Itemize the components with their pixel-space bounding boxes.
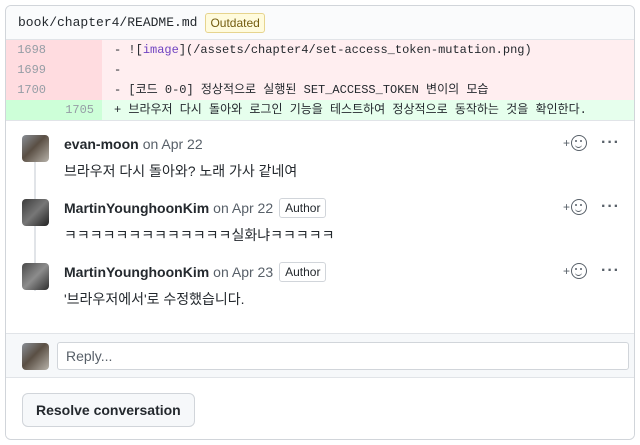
smiley-icon bbox=[571, 135, 588, 151]
comment-body: 브라우저 다시 돌아와? 노래 가사 같네여 bbox=[64, 163, 298, 179]
old-line-number: 1698 bbox=[6, 40, 54, 60]
diff-code: - bbox=[102, 60, 634, 80]
old-line-number bbox=[6, 100, 54, 120]
comment: evan-moon on Apr 22 브라우저 다시 돌아와? 노래 가사 같… bbox=[6, 129, 634, 193]
add-reaction-button[interactable]: + bbox=[563, 199, 588, 215]
comment-author[interactable]: MartinYounghoonKim bbox=[64, 200, 209, 216]
file-path-link[interactable]: book/chapter4/README.md bbox=[18, 15, 197, 30]
comment-date[interactable]: on Apr 22 bbox=[213, 200, 273, 216]
plus-icon: + bbox=[563, 200, 571, 214]
comment-actions: + ··· bbox=[563, 263, 620, 279]
comment-header: MartinYounghoonKim on Apr 23 Author bbox=[64, 257, 634, 282]
kebab-icon[interactable]: ··· bbox=[601, 135, 620, 151]
comment-date[interactable]: on Apr 23 bbox=[213, 264, 273, 280]
file-header: book/chapter4/README.md Outdated bbox=[6, 6, 634, 40]
avatar[interactable] bbox=[22, 135, 49, 162]
comment: MartinYounghoonKim on Apr 23 Author '브라우… bbox=[6, 257, 634, 321]
comment-body: '브라우저에서'로 수정했습니다. bbox=[64, 291, 245, 307]
add-reaction-button[interactable]: + bbox=[563, 135, 588, 151]
diff-hunk: 1698 - ![image](/assets/chapter4/set-acc… bbox=[6, 40, 634, 120]
reply-input[interactable] bbox=[57, 342, 629, 370]
comment-thread: evan-moon on Apr 22 브라우저 다시 돌아와? 노래 가사 같… bbox=[6, 120, 634, 330]
kebab-icon[interactable]: ··· bbox=[601, 199, 620, 215]
outdated-badge: Outdated bbox=[205, 12, 265, 33]
new-line-number bbox=[54, 40, 102, 60]
diff-row: 1699 - bbox=[6, 60, 634, 80]
old-line-number: 1699 bbox=[6, 60, 54, 80]
comment-actions: + ··· bbox=[563, 135, 620, 151]
diff-code: + 브라우저 다시 돌아와 로그인 기능을 테스트하여 정상적으로 동작하는 것… bbox=[102, 100, 634, 120]
add-reaction-button[interactable]: + bbox=[563, 263, 588, 279]
author-badge: Author bbox=[279, 198, 327, 218]
diff-code: - ![image](/assets/chapter4/set-access_t… bbox=[102, 40, 634, 60]
plus-icon: + bbox=[563, 136, 571, 150]
new-line-number: 1705 bbox=[54, 100, 102, 120]
plus-icon: + bbox=[563, 264, 571, 278]
comment-header: evan-moon on Apr 22 bbox=[64, 129, 634, 153]
new-line-number bbox=[54, 60, 102, 80]
resolve-conversation-button[interactable]: Resolve conversation bbox=[22, 393, 195, 427]
kebab-icon[interactable]: ··· bbox=[601, 263, 620, 279]
old-line-number: 1700 bbox=[6, 80, 54, 100]
diff-row: 1698 - ![image](/assets/chapter4/set-acc… bbox=[6, 40, 634, 60]
diff-row: 1705 + 브라우저 다시 돌아와 로그인 기능을 테스트하여 정상적으로 동… bbox=[6, 100, 634, 120]
comment-date[interactable]: on Apr 22 bbox=[143, 136, 203, 152]
smiley-icon bbox=[571, 263, 588, 279]
comment-body: ㅋㅋㅋㅋㅋㅋㅋㅋㅋㅋㅋㅋㅋ실화냐ㅋㅋㅋㅋㅋ bbox=[64, 227, 335, 243]
new-line-number bbox=[54, 80, 102, 100]
comment: MartinYounghoonKim on Apr 22 Author ㅋㅋㅋㅋ… bbox=[6, 193, 634, 257]
smiley-icon bbox=[571, 199, 588, 215]
comment-header: MartinYounghoonKim on Apr 22 Author bbox=[64, 193, 634, 218]
image-alt-token: image bbox=[142, 43, 179, 57]
comment-actions: + ··· bbox=[563, 199, 620, 215]
comment-author[interactable]: evan-moon bbox=[64, 136, 139, 152]
diff-row: 1700 - [코드 0-0] 정상적으로 실행된 SET_ACCESS_TOK… bbox=[6, 80, 634, 100]
avatar[interactable] bbox=[22, 199, 49, 226]
avatar bbox=[22, 343, 49, 370]
avatar[interactable] bbox=[22, 263, 49, 290]
thread-footer: Resolve conversation bbox=[6, 377, 634, 439]
reply-bar bbox=[6, 333, 634, 377]
review-thread-card: book/chapter4/README.md Outdated 1698 - … bbox=[5, 5, 635, 440]
author-badge: Author bbox=[279, 262, 327, 282]
diff-code: - [코드 0-0] 정상적으로 실행된 SET_ACCESS_TOKEN 변이… bbox=[102, 80, 634, 100]
comment-author[interactable]: MartinYounghoonKim bbox=[64, 264, 209, 280]
